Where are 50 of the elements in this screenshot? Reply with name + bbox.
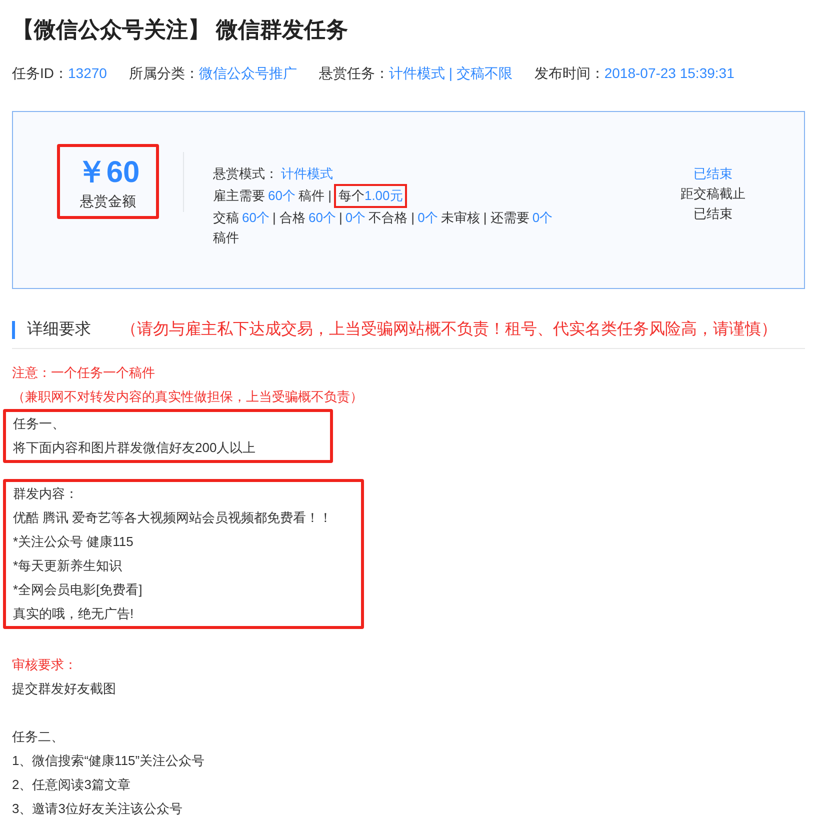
body-text: （兼职网不对转发内容的真实性做担保，上当受骗概不负责） bbox=[12, 388, 364, 406]
body-text: 优酷 腾讯 爱奇艺等各大视频网站会员视频都免费看！！ bbox=[13, 509, 334, 527]
info-text: 雇主需要 bbox=[213, 188, 265, 203]
meta-label: 所属分类： bbox=[128, 65, 199, 81]
info-text: 不合格 | bbox=[368, 210, 415, 225]
meta-value[interactable]: 微信公众号推广 bbox=[198, 65, 297, 81]
body-text: 任务一、 bbox=[13, 415, 66, 433]
info-text: 计件模式 bbox=[281, 166, 333, 181]
info-text: | bbox=[338, 210, 342, 225]
info-text: 60个 bbox=[268, 188, 296, 203]
reward-label: 悬赏金额 bbox=[79, 192, 137, 211]
info-text: 悬赏模式： bbox=[213, 166, 278, 181]
info-text: 0个 bbox=[418, 210, 438, 225]
status-text: 距交稿截止 bbox=[680, 185, 746, 203]
body-text: 3、邀请3位好友关注该公众号 bbox=[12, 800, 184, 818]
warning-text: （请勿与雇主私下达成交易，上当受骗网站概不负责！租号、代实名类任务风险高，请谨慎） bbox=[121, 320, 777, 340]
body-text: 任务二、 bbox=[12, 728, 65, 746]
info-text: 60个 bbox=[308, 210, 336, 225]
section-heading: 详细要求 bbox=[12, 320, 91, 338]
body-text: 1、微信搜索“健康115”关注公众号 bbox=[12, 752, 206, 770]
info-text: 稿件 | bbox=[298, 188, 332, 203]
body-text: 提交群发好友截图 bbox=[12, 680, 117, 698]
status-text: 已结束 bbox=[692, 165, 734, 183]
meta-value[interactable]: 2018-07-23 15:39:31 bbox=[604, 65, 734, 81]
body-text: *每天更新养生知识 bbox=[13, 557, 124, 575]
info-text: 0个 bbox=[532, 210, 553, 225]
body-text: 审核要求： bbox=[12, 656, 78, 674]
body-text: 群发内容： bbox=[13, 485, 79, 503]
body-text: 注意：一个任务一个稿件 bbox=[12, 364, 156, 382]
meta-value[interactable]: 计件模式 | 交稿不限 bbox=[388, 65, 512, 81]
info-text: 未审核 | 还需要 bbox=[440, 210, 530, 225]
meta-value[interactable]: 13270 bbox=[68, 65, 107, 81]
info-text: 稿件 bbox=[213, 230, 239, 245]
page-title: 【微信公众号关注】 微信群发任务 bbox=[12, 16, 350, 44]
info-text: | 合格 bbox=[272, 210, 306, 225]
status-text: 已结束 bbox=[692, 205, 734, 223]
body-text: *关注公众号 健康115 bbox=[13, 533, 134, 551]
info-text: 60个 bbox=[242, 210, 270, 225]
reward-amount: ￥60 bbox=[75, 155, 141, 191]
info-text: 1.00元 bbox=[364, 188, 403, 203]
info-text: 交稿 bbox=[213, 210, 239, 225]
info-text: 0个 bbox=[345, 210, 366, 225]
meta-label: 悬赏任务： bbox=[318, 65, 389, 81]
meta-label: 发布时间： bbox=[534, 65, 604, 81]
body-text: 2、任意阅读3篇文章 bbox=[12, 776, 132, 794]
info-text: 每个 bbox=[338, 188, 364, 203]
body-text: *全网会员电影[免费看] bbox=[13, 581, 144, 599]
body-text: 真实的哦，绝无广告! bbox=[13, 605, 135, 623]
body-text: 将下面内容和图片群发微信好友200人以上 bbox=[13, 439, 257, 457]
meta-label: 任务ID： bbox=[12, 65, 68, 81]
